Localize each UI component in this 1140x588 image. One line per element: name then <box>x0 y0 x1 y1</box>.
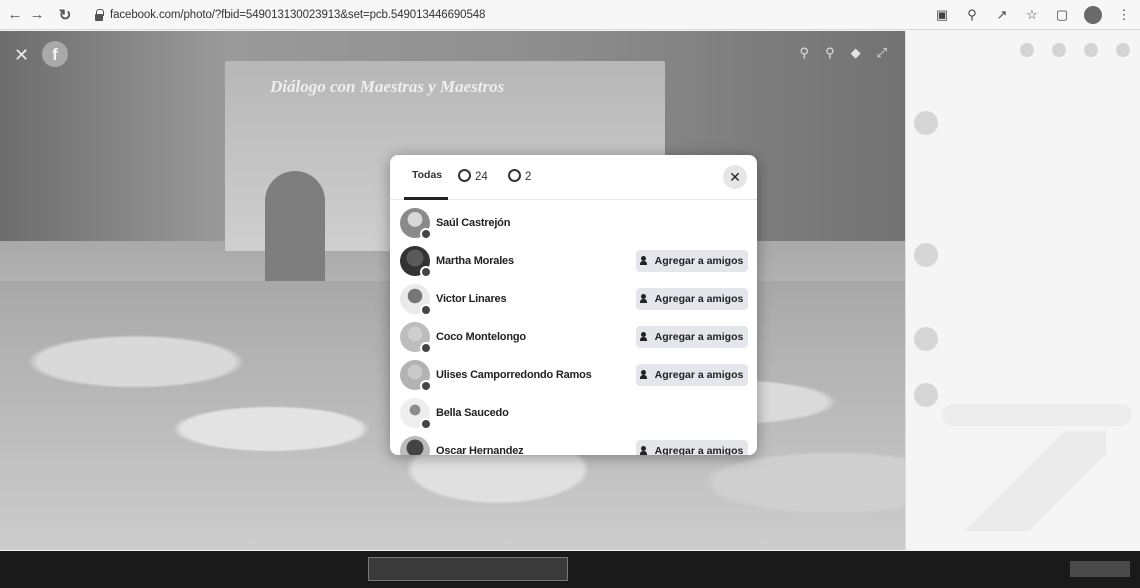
add-friend-icon <box>639 294 651 303</box>
list-item: Martha Morales Agregar a amigos <box>390 242 757 280</box>
menu-grid-icon[interactable] <box>1020 43 1034 57</box>
zoom-in-icon[interactable]: ⚲ <box>800 45 810 61</box>
lock-icon[interactable] <box>94 8 104 21</box>
photo-tools: ⚲ ⚲ ◆ ⤢ <box>800 45 887 61</box>
messenger-icon[interactable] <box>1052 43 1066 57</box>
list-item: Bella Saucedo <box>390 394 757 432</box>
list-item: Coco Montelongo Agregar a amigos <box>390 318 757 356</box>
add-friend-button[interactable]: Agregar a amigos <box>636 250 748 272</box>
sidebar-decoration <box>946 431 1106 531</box>
reactions-dialog: Todas 24 2 ✕ Saúl Castrejón Martha Moral… <box>390 155 757 455</box>
menu-icon[interactable]: ⋮ <box>1116 7 1132 23</box>
add-friend-label: Agregar a amigos <box>654 293 744 305</box>
bookmark-star-icon[interactable]: ☆ <box>1024 7 1040 23</box>
zoom-out-icon[interactable]: ⚲ <box>825 45 835 61</box>
reaction-badge-icon <box>420 380 432 392</box>
notifications-icon[interactable] <box>1084 43 1098 57</box>
likes-count: 24 <box>475 171 488 183</box>
system-tray[interactable] <box>1070 561 1130 577</box>
add-friend-label: Agregar a amigos <box>654 369 744 381</box>
user-avatar <box>914 383 938 407</box>
browser-actions: ▣ ⚲ ↗ ☆ ▢ ⋮ <box>934 0 1132 30</box>
person-name[interactable]: Bella Saucedo <box>436 407 509 419</box>
person-name[interactable]: Oscar Hernandez <box>436 445 524 455</box>
add-friend-button[interactable]: Agregar a amigos <box>636 288 748 310</box>
browser-toolbar: ← → ↻ facebook.com/photo/?fbid=549013130… <box>0 0 1140 30</box>
reload-icon[interactable]: ↻ <box>54 6 76 24</box>
window-icon[interactable]: ▢ <box>1054 7 1070 23</box>
add-friend-button[interactable]: Agregar a amigos <box>636 326 748 348</box>
zoom-icon[interactable]: ⚲ <box>964 7 980 23</box>
tab-likes[interactable]: 24 <box>458 169 488 183</box>
list-item: Saúl Castrejón <box>390 204 757 242</box>
add-friend-icon <box>639 446 651 455</box>
comment-input[interactable] <box>942 404 1132 426</box>
active-tab-indicator <box>404 197 448 200</box>
address-bar[interactable]: facebook.com/photo/?fbid=549013130023913… <box>110 9 670 21</box>
fullscreen-icon[interactable]: ⤢ <box>877 45 887 61</box>
list-item: Ulises Camporredondo Ramos Agregar a ami… <box>390 356 757 394</box>
reactions-tabs: Todas 24 2 ✕ <box>390 155 757 200</box>
post-sidebar <box>905 31 1140 550</box>
back-arrow-icon[interactable]: ← <box>4 6 26 23</box>
reaction-badge-icon <box>420 266 432 278</box>
reaction-badge-icon <box>420 304 432 316</box>
person-name[interactable]: Coco Montelongo <box>436 331 526 343</box>
commenter-avatar[interactable] <box>914 243 938 267</box>
sidebar-top-icons <box>906 31 1140 57</box>
facebook-logo-icon[interactable]: f <box>42 41 68 67</box>
account-avatar[interactable] <box>1116 43 1130 57</box>
person-name[interactable]: Saúl Castrejón <box>436 217 510 229</box>
tag-icon[interactable]: ◆ <box>851 45 861 61</box>
add-friend-label: Agregar a amigos <box>654 331 744 343</box>
close-icon[interactable]: ✕ <box>14 45 29 66</box>
tab-loves[interactable]: 2 <box>508 169 531 183</box>
loves-count: 2 <box>525 171 532 183</box>
reaction-badge-icon <box>420 418 432 430</box>
comment-text <box>946 243 1116 313</box>
reactions-list: Saúl Castrejón Martha Morales Agregar a … <box>390 204 757 455</box>
avatar[interactable] <box>400 436 430 455</box>
list-item: Victor Linares Agregar a amigos <box>390 280 757 318</box>
forward-arrow-icon[interactable]: → <box>26 6 48 23</box>
photo-banner-text: Diálogo con Maestras y Maestros <box>270 77 505 96</box>
tab-all[interactable]: Todas <box>412 169 442 181</box>
add-friend-icon <box>639 256 651 265</box>
share-icon[interactable]: ↗ <box>994 7 1010 23</box>
close-dialog-icon[interactable]: ✕ <box>723 165 747 189</box>
comment-text <box>946 329 1116 363</box>
commenter-avatar[interactable] <box>914 327 938 351</box>
list-item: Oscar Hernandez Agregar a amigos <box>390 432 757 455</box>
like-reaction-icon <box>458 169 471 182</box>
add-friend-button[interactable]: Agregar a amigos <box>636 440 748 455</box>
person-name[interactable]: Ulises Camporredondo Ramos <box>436 369 592 381</box>
taskbar-search[interactable] <box>368 557 568 581</box>
reaction-badge-icon <box>420 342 432 354</box>
add-friend-label: Agregar a amigos <box>654 255 744 267</box>
add-friend-icon <box>639 370 651 379</box>
add-friend-icon <box>639 332 651 341</box>
profile-avatar[interactable] <box>1084 6 1102 24</box>
add-friend-button[interactable]: Agregar a amigos <box>636 364 748 386</box>
reaction-badge-icon <box>420 228 432 240</box>
person-name[interactable]: Martha Morales <box>436 255 514 267</box>
post-author-avatar[interactable] <box>914 111 938 135</box>
os-taskbar <box>0 551 1140 588</box>
love-reaction-icon <box>508 169 521 182</box>
add-friend-label: Agregar a amigos <box>654 445 744 455</box>
person-name[interactable]: Victor Linares <box>436 293 507 305</box>
screenshot-icon[interactable]: ▣ <box>934 7 950 23</box>
